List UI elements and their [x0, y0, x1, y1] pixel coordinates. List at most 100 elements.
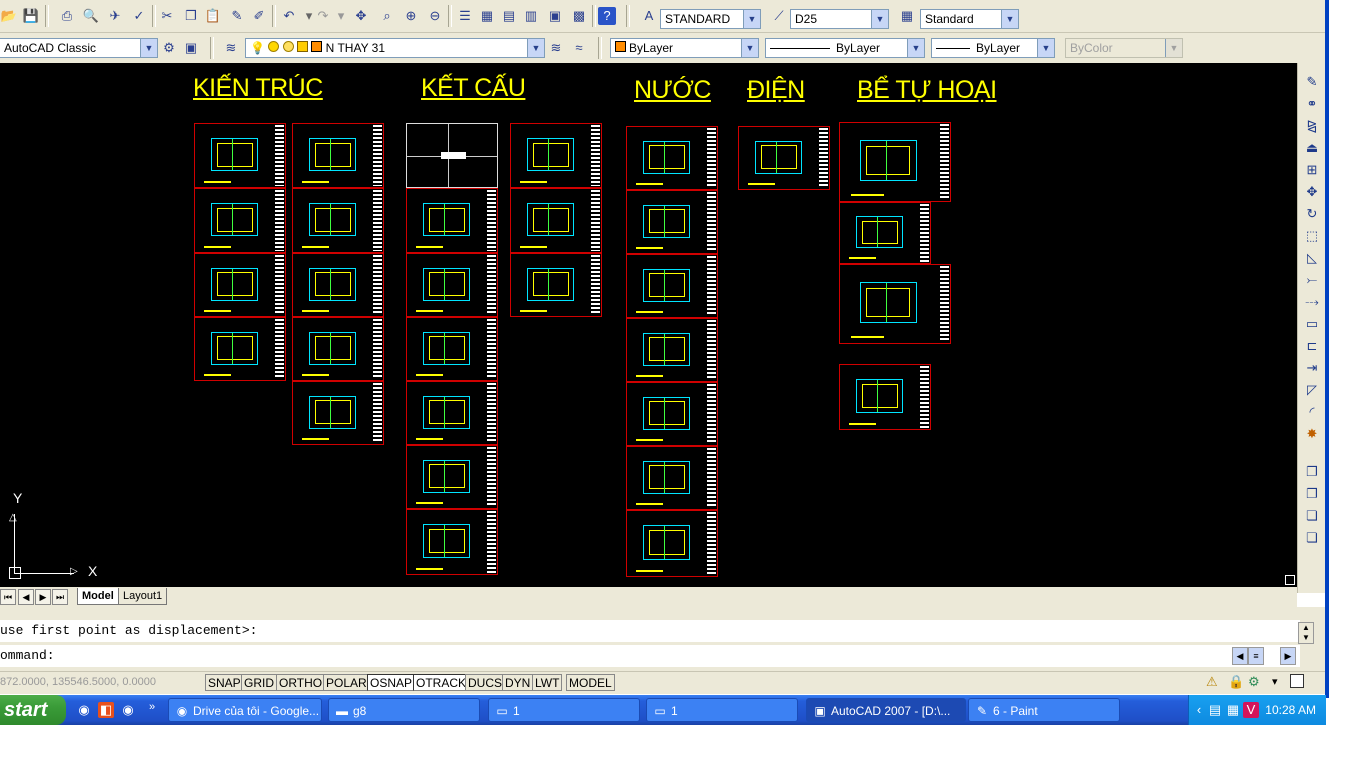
- task-paint[interactable]: ✎ 6 - Paint: [968, 698, 1120, 722]
- erase-icon[interactable]: ✎: [1302, 73, 1322, 91]
- task-g8[interactable]: ▬ g8: [328, 698, 480, 722]
- array-icon[interactable]: ⊞: [1302, 161, 1322, 179]
- make-current-layer-icon[interactable]: ≋: [547, 39, 565, 57]
- ortho-button[interactable]: ORTHO: [276, 674, 326, 691]
- drawing-sheet[interactable]: [626, 318, 718, 382]
- chrome-quicklaunch-icon[interactable]: ◉: [76, 702, 92, 718]
- drawing-sheet[interactable]: [626, 126, 718, 190]
- drawing-sheet[interactable]: [839, 202, 931, 264]
- drawing-sheet[interactable]: [194, 123, 286, 188]
- publish-icon[interactable]: ✈: [106, 7, 124, 25]
- extend-icon[interactable]: ⤏: [1302, 293, 1322, 311]
- drawing-sheet[interactable]: [839, 364, 931, 430]
- help-icon[interactable]: ?: [598, 7, 616, 25]
- drawing-sheet[interactable]: [626, 446, 718, 510]
- undo-icon[interactable]: ↶: [280, 7, 298, 25]
- drawing-sheet[interactable]: [406, 188, 498, 253]
- stretch-icon[interactable]: ◺: [1302, 249, 1322, 267]
- drawing-sheet[interactable]: [292, 381, 384, 445]
- save-icon[interactable]: 💾: [22, 7, 40, 25]
- pan-icon[interactable]: ✥: [352, 7, 370, 25]
- clean-screen-icon[interactable]: [1290, 674, 1304, 688]
- text-style-icon[interactable]: A: [640, 7, 658, 25]
- scroll-left-icon[interactable]: ◀: [1232, 647, 1248, 665]
- check-icon[interactable]: ✓: [130, 7, 148, 25]
- chamfer-icon[interactable]: ◸: [1302, 381, 1322, 399]
- workspace-select[interactable]: AutoCAD Classic ▼: [0, 38, 158, 58]
- drawing-area[interactable]: KIẾN TRÚC KẾT CẤU NƯỚC ĐIỆN BỂ TỰ HOẠI Y: [0, 63, 1297, 587]
- tray-expand-icon[interactable]: ‹: [1191, 702, 1207, 718]
- open-icon[interactable]: 📂: [0, 7, 18, 25]
- model-button[interactable]: MODEL: [566, 674, 615, 691]
- drawing-sheet[interactable]: [510, 253, 602, 317]
- drawing-sheet[interactable]: [406, 381, 498, 445]
- redo-dropdown-icon[interactable]: ▾: [332, 7, 350, 25]
- tray-settings-icon[interactable]: ⚙: [1248, 674, 1260, 690]
- calculator-icon[interactable]: ▩: [570, 7, 588, 25]
- tab-prev-icon[interactable]: ◀: [18, 589, 34, 605]
- break-icon[interactable]: ▭: [1302, 315, 1322, 333]
- plot-icon[interactable]: ⎙: [58, 7, 76, 25]
- lock-icon[interactable]: 🔒: [1228, 674, 1244, 690]
- draworder-back-icon[interactable]: ❐: [1302, 485, 1322, 503]
- paste-icon[interactable]: 📋: [204, 7, 222, 25]
- task-1a[interactable]: ▭ 1: [488, 698, 640, 722]
- drawing-sheet[interactable]: [292, 123, 384, 188]
- drawing-sheet-cover[interactable]: [406, 123, 498, 188]
- drawing-sheet[interactable]: [510, 188, 602, 253]
- task-autocad[interactable]: ▣ AutoCAD 2007 - [D:\...: [806, 698, 966, 722]
- tab-layout1[interactable]: Layout1: [118, 588, 168, 605]
- drawing-sheet[interactable]: [406, 253, 498, 317]
- zoom-window-icon[interactable]: ⊕: [402, 7, 420, 25]
- move-icon[interactable]: ✥: [1302, 183, 1322, 201]
- copy-icon[interactable]: ❐: [182, 7, 200, 25]
- tab-last-icon[interactable]: ⏭: [52, 589, 68, 605]
- ducs-button[interactable]: DUCS: [465, 674, 506, 691]
- save-workspace-icon[interactable]: ▣: [182, 39, 200, 57]
- linetype-select[interactable]: ByLayer ▼: [765, 38, 925, 58]
- drawing-sheet[interactable]: [292, 188, 384, 253]
- lineweight-select[interactable]: ByLayer ▼: [931, 38, 1055, 58]
- command-scroll-icon[interactable]: ▲ ▼: [1298, 622, 1314, 644]
- chrome-quicklaunch-icon[interactable]: ◉: [120, 702, 136, 718]
- task-1b[interactable]: ▭ 1: [646, 698, 798, 722]
- draworder-under-icon[interactable]: ❏: [1302, 529, 1322, 547]
- draworder-above-icon[interactable]: ❏: [1302, 507, 1322, 525]
- drawing-sheet[interactable]: [406, 317, 498, 381]
- match-properties-icon[interactable]: ✎: [228, 7, 246, 25]
- drawing-sheet[interactable]: [839, 122, 951, 202]
- grid-button[interactable]: GRID: [241, 674, 277, 691]
- command-input[interactable]: ommand:: [0, 645, 1300, 667]
- copy-object-icon[interactable]: ⚭: [1302, 95, 1322, 113]
- status-menu-icon[interactable]: ▾: [1272, 675, 1278, 688]
- draworder-front-icon[interactable]: ❐: [1302, 463, 1322, 481]
- drawing-sheet[interactable]: [406, 445, 498, 509]
- layer-select[interactable]: 💡 N THAY 31 ▼: [245, 38, 545, 58]
- resize-grip[interactable]: [1285, 575, 1295, 585]
- join-icon[interactable]: ⇥: [1302, 359, 1322, 377]
- drawing-sheet[interactable]: [194, 188, 286, 253]
- drawing-sheet[interactable]: [626, 254, 718, 318]
- task-drive[interactable]: ◉ Drive của tôi - Google...: [168, 698, 322, 722]
- layer-manager-icon[interactable]: ≋: [222, 39, 240, 57]
- drawing-sheet[interactable]: [510, 123, 602, 188]
- break-at-point-icon[interactable]: ⊏: [1302, 337, 1322, 355]
- quicklaunch-more-icon[interactable]: »: [144, 699, 160, 715]
- tool-palettes-icon[interactable]: ▤: [500, 7, 518, 25]
- start-button[interactable]: start: [0, 695, 66, 725]
- drawing-sheet[interactable]: [626, 190, 718, 254]
- drawing-sheet[interactable]: [292, 317, 384, 381]
- block-editor-icon[interactable]: ✐: [250, 7, 268, 25]
- drawing-sheet[interactable]: [194, 317, 286, 381]
- markup-icon[interactable]: ▣: [546, 7, 564, 25]
- drawing-sheet[interactable]: [406, 509, 498, 575]
- drawing-sheet[interactable]: [292, 253, 384, 317]
- offset-icon[interactable]: ⏏: [1302, 139, 1322, 157]
- tab-model[interactable]: Model: [77, 588, 119, 605]
- workspace-settings-icon[interactable]: ⚙: [160, 39, 178, 57]
- plot-preview-icon[interactable]: 🔍: [82, 7, 100, 25]
- explode-icon[interactable]: ✸: [1302, 425, 1322, 443]
- drawing-sheet[interactable]: [626, 510, 718, 577]
- drawing-sheet[interactable]: [839, 264, 951, 344]
- lwt-button[interactable]: LWT: [532, 674, 563, 691]
